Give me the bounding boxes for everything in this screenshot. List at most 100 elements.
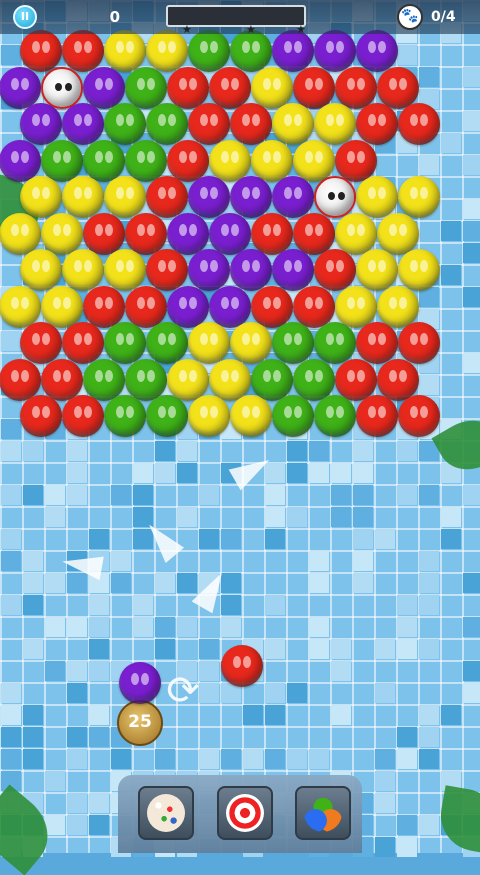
green-bubble <box>104 103 146 145</box>
red-bubble <box>146 249 188 291</box>
purple-bubble <box>0 139 41 182</box>
red-bubble <box>20 395 62 437</box>
green-bubble <box>104 322 146 364</box>
green-bubble <box>125 358 167 401</box>
star-marker-icon: ★ <box>296 23 306 36</box>
red-bubble <box>335 66 377 109</box>
yellow-bubble <box>335 285 377 328</box>
red-bubble <box>293 212 335 255</box>
red-bubble <box>356 395 398 437</box>
yellow-bubble <box>251 66 293 109</box>
red-bubble <box>41 358 83 401</box>
red-bubble <box>335 358 377 401</box>
trapped-pet-bubble <box>41 66 83 109</box>
red-bubble <box>314 249 356 291</box>
red-bubble <box>251 285 293 328</box>
green-bubble <box>230 30 272 72</box>
green-bubble <box>125 139 167 182</box>
green-bubble <box>188 30 230 72</box>
confetti-ball-icon <box>147 794 185 832</box>
red-bubble <box>377 358 419 401</box>
green-bubble <box>41 139 83 182</box>
next-bubble[interactable] <box>221 645 263 687</box>
yellow-bubble <box>356 176 398 218</box>
yellow-bubble <box>41 285 83 328</box>
purple-bubble <box>272 176 314 218</box>
yellow-bubble <box>104 176 146 218</box>
bubble-grid[interactable] <box>0 0 480 853</box>
yellow-bubble <box>188 395 230 437</box>
red-bubble <box>20 30 62 72</box>
red-bubble <box>377 66 419 109</box>
yellow-bubble <box>251 139 293 182</box>
red-bubble <box>62 322 104 364</box>
red-bubble <box>251 212 293 255</box>
red-bubble <box>398 322 440 364</box>
green-bubble <box>314 395 356 437</box>
green-bubble <box>314 322 356 364</box>
score: 0 <box>109 8 120 26</box>
yellow-bubble <box>272 103 314 145</box>
purple-bubble <box>0 66 41 109</box>
green-bubble <box>125 66 167 109</box>
yellow-bubble <box>62 249 104 291</box>
green-bubble <box>272 322 314 364</box>
purple-bubble <box>209 285 251 328</box>
yellow-bubble <box>356 249 398 291</box>
yellow-bubble <box>377 285 419 328</box>
yellow-bubble <box>398 176 440 218</box>
purple-bubble <box>188 249 230 291</box>
purple-bubble <box>356 30 398 72</box>
yellow-bubble <box>146 30 188 72</box>
green-bubble <box>83 358 125 401</box>
purple-bubble <box>188 176 230 218</box>
yellow-bubble <box>230 322 272 364</box>
yellow-bubble <box>209 139 251 182</box>
current-bubble[interactable] <box>119 662 161 704</box>
top-hud: II 0 ★ ★ ★ 🐾 0/4 <box>0 0 480 36</box>
yellow-bubble <box>314 103 356 145</box>
aim-target-booster[interactable] <box>217 786 273 840</box>
yellow-bubble <box>41 212 83 255</box>
yellow-bubble <box>377 212 419 255</box>
green-bubble <box>272 395 314 437</box>
tri-bubble-icon <box>304 794 342 832</box>
purple-bubble <box>272 30 314 72</box>
red-bubble <box>230 103 272 145</box>
red-bubble <box>62 395 104 437</box>
green-bubble <box>146 395 188 437</box>
red-bubble <box>188 103 230 145</box>
swap-arrows-icon[interactable]: ⟳ <box>160 668 206 714</box>
color-bubbles-booster[interactable] <box>295 786 351 840</box>
red-bubble <box>83 212 125 255</box>
red-bubble <box>398 103 440 145</box>
purple-bubble <box>62 103 104 145</box>
yellow-bubble <box>188 322 230 364</box>
pets-rescued-count: 0/4 <box>431 9 456 25</box>
purple-bubble <box>167 212 209 255</box>
yellow-bubble <box>209 358 251 401</box>
shots-left-count: 25 <box>128 712 152 732</box>
purple-bubble <box>314 30 356 72</box>
red-bubble <box>167 139 209 182</box>
trapped-pet-bubble <box>314 176 356 218</box>
rainbow-ball-booster[interactable] <box>138 786 194 840</box>
score-progress-bar: ★ ★ ★ <box>166 5 306 36</box>
pause-icon[interactable]: II <box>13 5 37 29</box>
red-bubble <box>125 285 167 328</box>
green-bubble <box>104 395 146 437</box>
purple-bubble <box>167 285 209 328</box>
yellow-bubble <box>335 212 377 255</box>
yellow-bubble <box>167 358 209 401</box>
green-bubble <box>251 358 293 401</box>
red-bubble <box>209 66 251 109</box>
purple-bubble <box>20 103 62 145</box>
yellow-bubble <box>230 395 272 437</box>
purple-bubble <box>272 249 314 291</box>
red-bubble <box>83 285 125 328</box>
green-bubble <box>83 139 125 182</box>
green-bubble <box>146 103 188 145</box>
red-bubble <box>125 212 167 255</box>
star-marker-icon: ★ <box>182 23 192 36</box>
red-bubble <box>62 30 104 72</box>
